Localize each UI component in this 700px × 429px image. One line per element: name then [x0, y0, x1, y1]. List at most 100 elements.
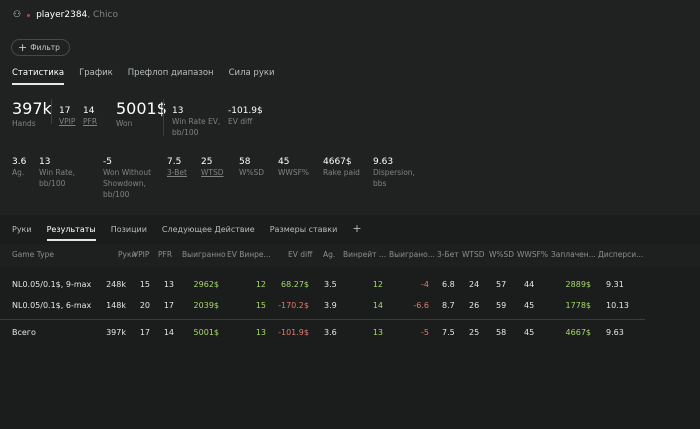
stat-pfr: 14 PFR: [83, 106, 97, 127]
table-cell: 7.5: [442, 328, 455, 337]
stat-label: Rake paid: [323, 168, 360, 177]
table-cell: 45: [524, 301, 535, 310]
table-cell: 1778$: [565, 301, 591, 310]
column-header[interactable]: Выиграно...: [389, 250, 435, 259]
table-cell: 13: [255, 328, 266, 337]
tab-results[interactable]: Результаты: [46, 225, 96, 241]
column-header[interactable]: 3-Бет: [437, 250, 459, 259]
player-alias: , Chico: [87, 10, 118, 20]
filter-label: Фильтр: [30, 43, 60, 52]
table-cell: 13: [163, 280, 174, 289]
column-header[interactable]: PFR: [158, 250, 172, 259]
stat-item: -5 Won Without Showdown, bb/100: [103, 157, 151, 200]
stat-label: Hands: [12, 119, 36, 128]
table-cell: 15: [255, 301, 266, 310]
tab-bet-sizes[interactable]: Размеры ставки: [270, 225, 338, 241]
stat-label-vpip[interactable]: VPIP: [59, 116, 75, 127]
stat-label[interactable]: WTSD: [201, 167, 224, 178]
stat-vpip: 17 VPIP: [59, 106, 75, 127]
stat-label: Won Without: [103, 168, 152, 177]
table-cell: 2039$: [193, 301, 219, 310]
table-cell: 15: [139, 280, 150, 289]
table-cell: 13: [372, 328, 383, 337]
table-cell: 14: [163, 328, 174, 337]
status-dot-icon: [27, 13, 31, 17]
column-header[interactable]: W%SD: [489, 250, 514, 259]
stat-value: 397k: [12, 99, 52, 118]
stat-item: 4667$ Rake paid: [323, 157, 360, 178]
stat-label-pfr[interactable]: PFR: [83, 116, 97, 127]
total-divider: [0, 319, 645, 320]
column-header[interactable]: Винрейт ...: [343, 250, 386, 259]
stat-value: 9.63: [373, 157, 394, 167]
table-cell: 14: [372, 301, 383, 310]
stat-label[interactable]: 3-Bet: [167, 167, 187, 178]
table-cell: 2962$: [193, 280, 219, 289]
stat-label: Ag.: [12, 168, 25, 177]
stat-item: 9.63 Dispersion, bbs: [373, 157, 415, 189]
filter-button[interactable]: + Фильтр: [11, 39, 70, 56]
divider: [163, 99, 164, 136]
stat-value: 13: [39, 157, 51, 167]
stat-label: W%SD: [239, 168, 265, 177]
stat-value: 25: [201, 157, 213, 167]
column-header[interactable]: EV Винре...: [227, 250, 271, 259]
table-row[interactable]: NL0.05/0.1$, 9-max 248k 15 13 2962$ 12 68.27$ 3…: [0, 276, 700, 294]
table-cell: -4: [421, 280, 429, 289]
plus-icon: +: [18, 41, 28, 54]
stat-hands: 397k Hands: [12, 99, 52, 129]
stat-value: 5001$: [116, 99, 167, 118]
stat-value: 58: [239, 157, 251, 167]
stat-value: -5: [103, 157, 112, 167]
stats-tabs: Статистика График Префлоп диапазон Сила …: [12, 68, 275, 85]
table-cell: 9.31: [606, 280, 624, 289]
table-cell: 17: [139, 328, 150, 337]
column-header[interactable]: VPIP: [133, 250, 149, 259]
tab-preflop-range[interactable]: Префлоп диапазон: [128, 68, 214, 85]
stat-label: Win Rate EV,: [172, 117, 221, 126]
table-cell: 3.6: [324, 328, 337, 337]
table-cell: 59: [496, 301, 507, 310]
stat-ev-diff: -101.9$ EV diff: [228, 106, 263, 127]
column-header[interactable]: WWSF%: [517, 250, 548, 259]
table-cell: NL0.05/0.1$, 9-max: [12, 280, 92, 289]
tab-hand-strength[interactable]: Сила руки: [229, 68, 275, 85]
table-cell: 68.27$: [281, 280, 309, 289]
user-icon: ⚇: [13, 10, 22, 20]
tab-next-action[interactable]: Следующее Действие: [162, 225, 255, 241]
table-row[interactable]: NL0.05/0.1$, 6-max 148k 20 17 2039$ 15 -170.2$…: [0, 297, 700, 315]
column-header[interactable]: Выигранно: [182, 250, 226, 259]
stat-winrate-ev: 13 Win Rate EV, bb/100: [172, 106, 220, 138]
table-cell: -5: [421, 328, 429, 337]
tab-statistics[interactable]: Статистика: [12, 68, 65, 85]
stat-label: EV diff: [228, 117, 253, 126]
column-header[interactable]: EV diff: [288, 250, 312, 259]
total-row[interactable]: Всего 397k 17 14 5001$ 13 -101.9$ 3.6 13 -5 7.5 25 5…: [0, 324, 700, 342]
table-cell: 5001$: [193, 328, 219, 337]
stat-value: 3.6: [12, 157, 27, 167]
stat-label: bbs: [373, 179, 387, 188]
table-cell: 248k: [106, 280, 126, 289]
column-header[interactable]: Заплачен...: [551, 250, 596, 259]
stat-value: 14: [83, 106, 95, 116]
stat-label: bb/100: [103, 190, 130, 199]
table-cell: 17: [163, 301, 174, 310]
tab-hands[interactable]: Руки: [12, 225, 32, 241]
column-header[interactable]: Game Type: [12, 250, 54, 259]
player-header: ⚇ player2384, Chico: [13, 10, 118, 20]
table-cell: 57: [496, 280, 507, 289]
table-cell: -170.2$: [278, 301, 309, 310]
add-tab-button[interactable]: +: [352, 222, 361, 241]
column-header[interactable]: WTSD: [462, 250, 485, 259]
tab-chart[interactable]: График: [79, 68, 113, 85]
table-cell: -101.9$: [278, 328, 309, 337]
table-cell: Всего: [12, 328, 36, 337]
table-cell: 44: [524, 280, 535, 289]
stat-label: Win Rate,: [39, 168, 76, 177]
stat-won: 5001$ Won: [116, 99, 167, 129]
stat-value: 45: [278, 157, 290, 167]
tab-positions[interactable]: Позиции: [111, 225, 147, 241]
stat-item: 45 WWSF%: [278, 157, 309, 178]
column-header[interactable]: Дисперси...: [598, 250, 643, 259]
column-header[interactable]: Ag.: [323, 250, 335, 259]
